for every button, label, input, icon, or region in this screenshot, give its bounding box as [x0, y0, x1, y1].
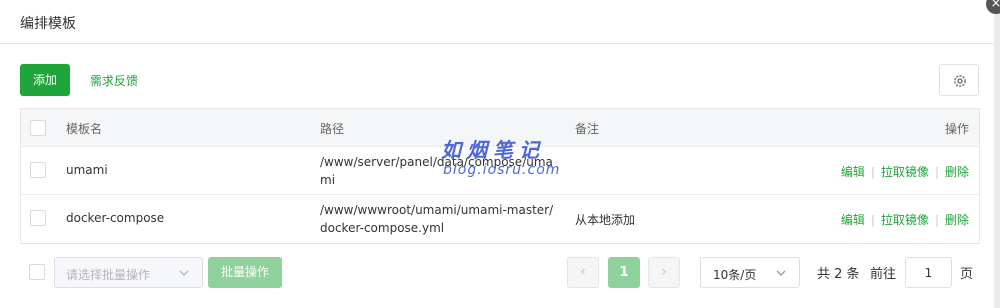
row-actions: 编辑 | 拉取镜像 | 删除	[841, 211, 969, 228]
watermark: 如烟笔记 blog.iosru.com	[437, 134, 577, 188]
pull-image-link[interactable]: 拉取镜像	[881, 165, 929, 179]
dialog-title: 编排模板	[20, 16, 76, 32]
page-number-current[interactable]: 1	[608, 257, 640, 288]
header-actions: 操作	[944, 122, 969, 136]
chevron-down-icon	[179, 270, 189, 276]
row-path: /www/wwwroot/umami/umami-master/docker-c…	[320, 203, 554, 235]
header-template-name: 模板名	[66, 122, 103, 136]
watermark-text: 如烟笔记	[441, 138, 545, 162]
next-page-button[interactable]: ›	[648, 257, 680, 288]
feedback-link[interactable]: 需求反馈	[90, 72, 138, 89]
batch-select-placeholder: 请选择批量操作	[66, 268, 151, 282]
action-divider: |	[934, 165, 939, 179]
header-note: 备注	[575, 122, 600, 136]
footer-select-all-checkbox[interactable]	[29, 264, 45, 280]
action-divider: |	[870, 213, 875, 227]
row-note: 从本地添加	[575, 213, 636, 227]
compose-template-dialog: 编排模板 添加 需求反馈 模板名 路径 备注 操作 umami /www/ser…	[0, 0, 994, 308]
row-template-name: docker-compose	[66, 211, 165, 225]
goto-page-input[interactable]	[905, 257, 952, 288]
row-template-name: umami	[66, 163, 108, 177]
dialog-header: 编排模板	[0, 0, 994, 44]
row-checkbox[interactable]	[30, 162, 46, 178]
page-size-select[interactable]: 10条/页	[700, 257, 800, 288]
chevron-down-icon	[776, 270, 786, 276]
edit-link[interactable]: 编辑	[841, 165, 865, 179]
action-divider: |	[870, 165, 875, 179]
goto-label: 前往	[870, 267, 897, 282]
gear-icon	[954, 75, 966, 87]
page-size-value: 10条/页	[713, 268, 757, 282]
prev-page-button[interactable]: ‹	[567, 257, 599, 288]
delete-link[interactable]: 删除	[945, 213, 969, 227]
delete-link[interactable]: 删除	[945, 165, 969, 179]
pull-image-link[interactable]: 拉取镜像	[881, 213, 929, 227]
total-count: 共 2 条	[817, 267, 860, 282]
batch-action-button[interactable]: 批量操作	[208, 257, 282, 288]
select-all-checkbox[interactable]	[30, 120, 46, 136]
page-suffix: 页	[960, 267, 974, 282]
add-button[interactable]: 添加	[20, 64, 70, 96]
batch-action-select[interactable]: 请选择批量操作	[54, 257, 203, 288]
row-actions: 编辑 | 拉取镜像 | 删除	[841, 163, 969, 180]
row-checkbox[interactable]	[30, 210, 46, 226]
watermark-url: blog.iosru.com	[443, 162, 561, 178]
table-row: docker-compose /www/wwwroot/umami/umami-…	[21, 195, 979, 243]
settings-button[interactable]	[939, 64, 979, 96]
edit-link[interactable]: 编辑	[841, 213, 865, 227]
action-divider: |	[934, 213, 939, 227]
